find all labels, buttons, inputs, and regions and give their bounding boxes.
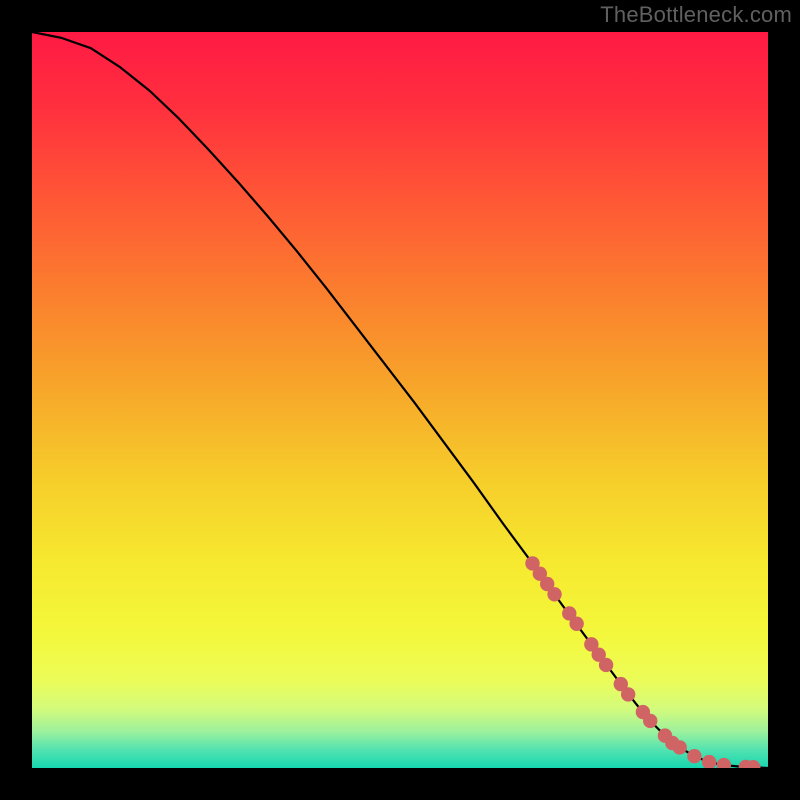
watermark-text: TheBottleneck.com [600, 2, 792, 28]
data-point [599, 658, 613, 672]
plot-area [32, 32, 768, 768]
chart-svg [32, 32, 768, 768]
data-point [672, 740, 686, 754]
data-point [547, 587, 561, 601]
data-point [621, 687, 635, 701]
data-point [569, 617, 583, 631]
data-point [687, 749, 701, 763]
data-point [643, 714, 657, 728]
chart-frame: TheBottleneck.com [0, 0, 800, 800]
gradient-background [32, 32, 768, 768]
